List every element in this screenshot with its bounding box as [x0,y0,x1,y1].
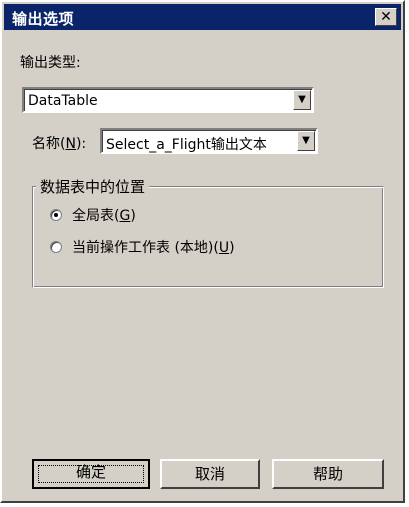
output-type-select[interactable]: DataTable ▼ [22,87,314,113]
name-select[interactable]: Select_a_Flight输出文本 ▼ [100,128,318,154]
output-type-label: 输出类型: [20,55,81,71]
name-value: Select_a_Flight输出文本 [106,137,267,153]
radio-button[interactable] [50,241,62,253]
dialog-title: 输出选项 [12,10,75,28]
chevron-down-icon: ▼ [298,94,306,105]
cancel-button-label: 取消 [194,465,225,483]
radio-global-table[interactable]: 全局表(G) [50,205,136,225]
ok-button-label: 确定 [75,463,106,481]
radio-button-selected[interactable] [50,209,62,221]
ok-button[interactable]: 确定 [32,459,150,489]
radio-current-action-sheet[interactable]: 当前操作工作表 (本地)(U) [50,237,235,257]
radio-global-table-label: 全局表(G) [72,208,136,224]
radio-current-action-sheet-label: 当前操作工作表 (本地)(U) [72,240,235,256]
name-label: 名称(N): [32,136,87,152]
name-dropdown-button[interactable]: ▼ [297,131,315,151]
output-type-dropdown-button[interactable]: ▼ [293,90,311,110]
close-icon: ✕ [380,9,392,25]
close-button[interactable]: ✕ [375,8,397,26]
help-button-label: 帮助 [312,465,343,483]
title-bar[interactable]: 输出选项 ✕ [4,4,401,30]
help-button[interactable]: 帮助 [272,459,384,489]
location-group-title: 数据表中的位置 [36,176,150,197]
output-type-value: DataTable [28,93,98,109]
chevron-down-icon: ▼ [302,135,310,146]
cancel-button[interactable]: 取消 [160,459,260,489]
